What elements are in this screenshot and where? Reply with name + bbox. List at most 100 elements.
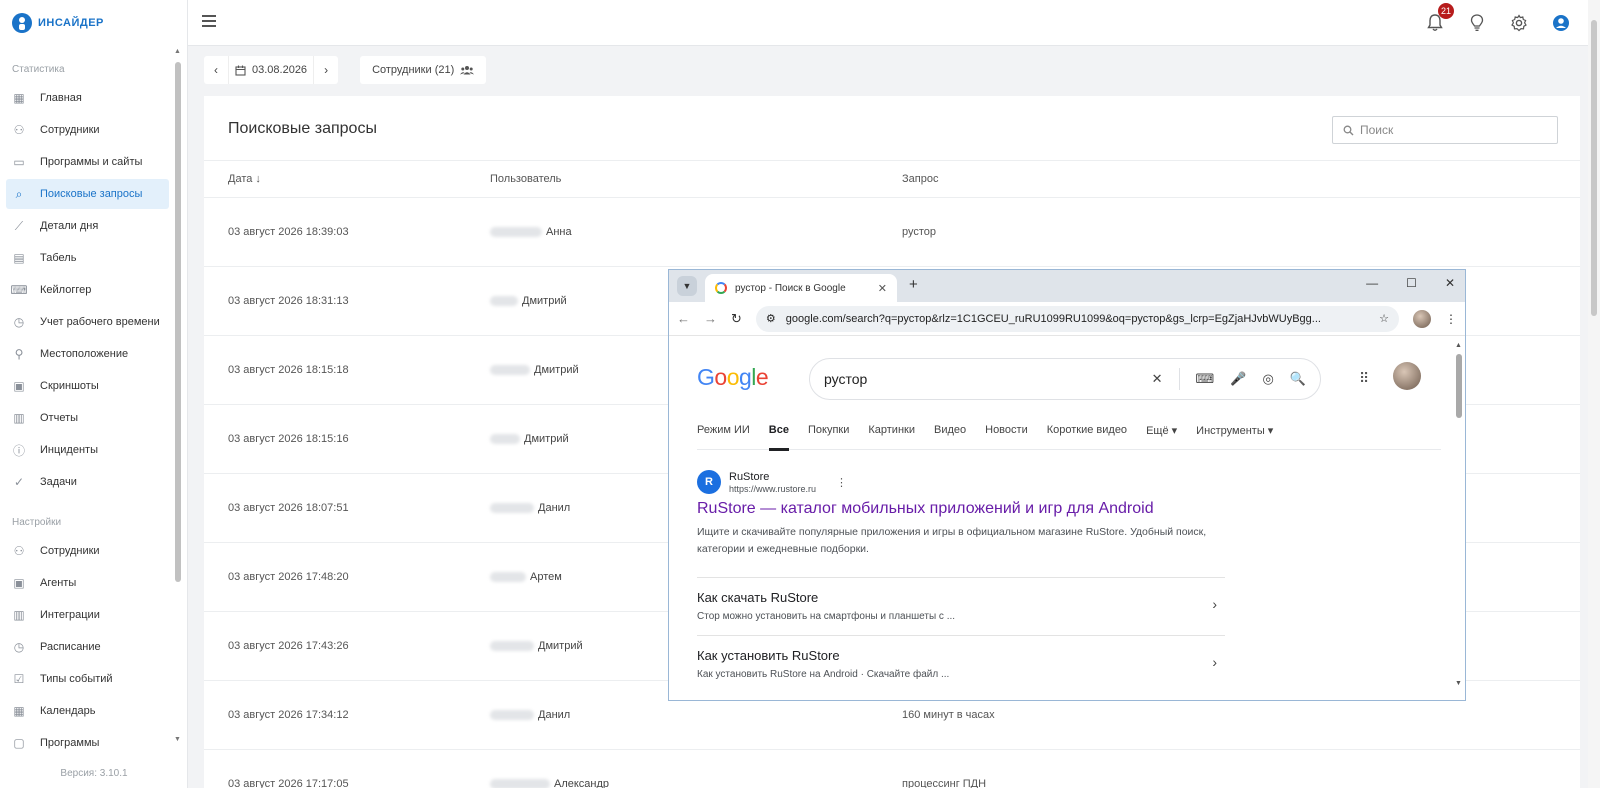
browser-scrollbar[interactable]: ▲ ▼ [1455,342,1463,692]
row-user-name: Данил [538,709,571,721]
sidebar-item[interactable]: ▭ Программы и сайты [6,147,169,177]
table-row[interactable]: 03 август 2026 17:17:05 Александр процесси… [204,750,1580,788]
sidebar-item[interactable]: ⚇ Сотрудники [6,115,169,145]
sidebar-item[interactable]: ⚲ Местоположение [6,339,169,369]
keyboard-icon: ⌨ [10,283,28,297]
google-tab[interactable]: Картинки [868,422,915,450]
row-user-name: Дмитрий [534,364,579,376]
bookmark-star-icon[interactable]: ☆ [1379,312,1389,325]
sidebar-nav: Статистика ▦ Главная ⚇ Сотрудники ▭ Программы… [0,46,187,758]
sidebar-item[interactable]: ▣ Агенты [6,568,169,598]
clear-search-icon[interactable]: ✕ [1152,371,1163,387]
building-icon: ▥ [13,608,25,622]
back-arrow-icon[interactable]: ← [677,311,690,326]
sidebar-item-label: Календарь [40,705,96,717]
menu-toggle-icon[interactable] [202,15,216,27]
app-logo[interactable]: ИНСАЙДЕР [0,0,187,46]
redacted-surname [490,365,530,375]
sidebar-item[interactable]: ▢ Программы [6,728,169,758]
sidebar-item[interactable]: ▥ Отчеты [6,403,169,433]
sidebar-item[interactable]: ▦ Главная [6,83,169,113]
sitelink[interactable]: Как установить RuStore Как установить Ru… [697,635,1225,693]
selected-date: 03.08.2026 [252,64,308,76]
sidebar-item-label: Программы и сайты [40,156,143,168]
sidebar-item[interactable]: ▦ Календарь [6,696,169,726]
google-tab[interactable]: Короткие видео [1047,422,1127,450]
result-site-info[interactable]: R RuStore https://www.rustore.ru ⋮ [697,470,1237,494]
google-tab[interactable]: Видео [934,422,966,450]
minimize-icon[interactable]: — [1366,276,1378,290]
trend-icon: ⟋ [14,218,24,233]
page-scroll-thumb[interactable] [1591,20,1597,316]
browser-profile-avatar[interactable] [1413,309,1431,328]
site-settings-icon[interactable]: ⚙ [766,312,776,325]
scroll-down-arrow-icon[interactable]: ▼ [1455,680,1462,687]
table-row[interactable]: 03 август 2026 18:39:03 Анна рустор [204,198,1580,267]
row-query: 160 минут в часах [902,709,995,721]
gear-icon[interactable] [1508,12,1530,34]
tab-search-button[interactable]: ▼ [677,276,697,296]
sidebar-item[interactable]: ⓘ Инциденты [6,435,169,465]
google-search-box[interactable]: рустор ✕ ⌨ 🎤 ◎ 🔍 [809,358,1321,400]
google-tab[interactable]: Инструменты ▾ [1196,422,1273,450]
employees-filter-button[interactable]: Сотрудники (21) [360,56,487,84]
column-header-date[interactable]: Дата ↓ [228,173,261,185]
close-window-icon[interactable]: ✕ [1445,276,1455,290]
sidebar-item[interactable]: ⟋ Детали дня [6,211,169,241]
sidebar-item[interactable]: ✓ Задачи [6,467,169,497]
result-title-link[interactable]: RuStore — каталог мобильных приложений и… [697,500,1237,518]
reload-icon[interactable]: ↻ [731,311,742,327]
google-tab[interactable]: Все [768,422,790,451]
google-tab[interactable]: Покупки [808,422,849,450]
search-icon[interactable]: 🔍 [1290,371,1306,387]
microphone-icon[interactable]: 🎤 [1230,371,1246,387]
keyboard-icon[interactable]: ⌨ [1196,371,1215,387]
new-tab-icon[interactable]: + [909,276,918,293]
lens-camera-icon[interactable]: ◎ [1262,371,1273,387]
page-scrollbar[interactable] [1588,0,1600,788]
date-picker[interactable]: 03.08.2026 [228,56,315,84]
sidebar-item-label: Программы [40,737,100,749]
address-bar[interactable]: ⚙ google.com/search?q=рустор&rlz=1C1GCEU… [755,305,1399,332]
next-date-button[interactable]: › [314,56,338,84]
search-input[interactable]: Поиск [1332,116,1558,144]
sidebar-item-label: Интеграции [40,609,100,621]
scroll-down-arrow-icon[interactable]: ▼ [174,736,181,743]
lightbulb-icon[interactable] [1466,12,1488,34]
row-date: 03 август 2026 18:15:18 [228,364,349,376]
sidebar-item[interactable]: ⌨ Кейлоггер [6,275,169,305]
sidebar-item[interactable]: ⌕ Поисковые запросы [6,179,169,209]
notifications-bell-icon[interactable]: 21 [1424,3,1454,34]
prev-date-button[interactable]: ‹ [204,56,228,84]
google-tab[interactable]: Ещё ▾ [1146,422,1177,450]
sitelink[interactable]: Как скачать RuStore Стор можно установит… [697,577,1225,635]
sidebar-item[interactable]: ◷ Расписание [6,632,169,662]
sidebar-item[interactable]: ◷ Учет рабочего времени [6,307,169,337]
sidebar-item[interactable]: ⚇ Сотрудники [6,536,169,566]
column-header-query: Запрос [902,173,939,185]
forward-arrow-icon[interactable]: → [704,311,717,326]
scroll-up-arrow-icon[interactable]: ▲ [1455,342,1462,349]
employees-filter-label: Сотрудники (21) [372,64,455,76]
google-tab[interactable]: Новости [985,422,1028,450]
sidebar-item[interactable]: ▣ Скриншоты [6,371,169,401]
browser-menu-icon[interactable]: ⋮ [1445,312,1457,326]
google-tab[interactable]: Режим ИИ [697,422,750,450]
row-user-name: Артем [530,571,562,583]
maximize-icon[interactable]: ☐ [1406,276,1417,290]
result-more-icon[interactable]: ⋮ [836,476,847,489]
sidebar-item[interactable]: ▥ Интеграции [6,600,169,630]
google-apps-icon[interactable]: ⠿ [1359,370,1369,387]
google-account-avatar[interactable] [1393,362,1421,390]
sidebar-scroll-thumb[interactable] [175,62,181,582]
google-logo[interactable]: Google [697,364,769,391]
sidebar-item-label: Сотрудники [40,545,100,557]
user-account-icon[interactable] [1550,12,1572,34]
sidebar-item[interactable]: ▤ Табель [6,243,169,273]
scroll-up-arrow-icon[interactable]: ▲ [174,48,181,55]
sidebar-item[interactable]: ☑ Типы событий [6,664,169,694]
close-tab-icon[interactable]: ✕ [878,282,887,295]
browser-scroll-thumb[interactable] [1456,354,1462,418]
browser-tab[interactable]: рустор - Поиск в Google ✕ [705,274,897,302]
sidebar-scrollbar[interactable]: ▲ ▼ [174,48,181,752]
